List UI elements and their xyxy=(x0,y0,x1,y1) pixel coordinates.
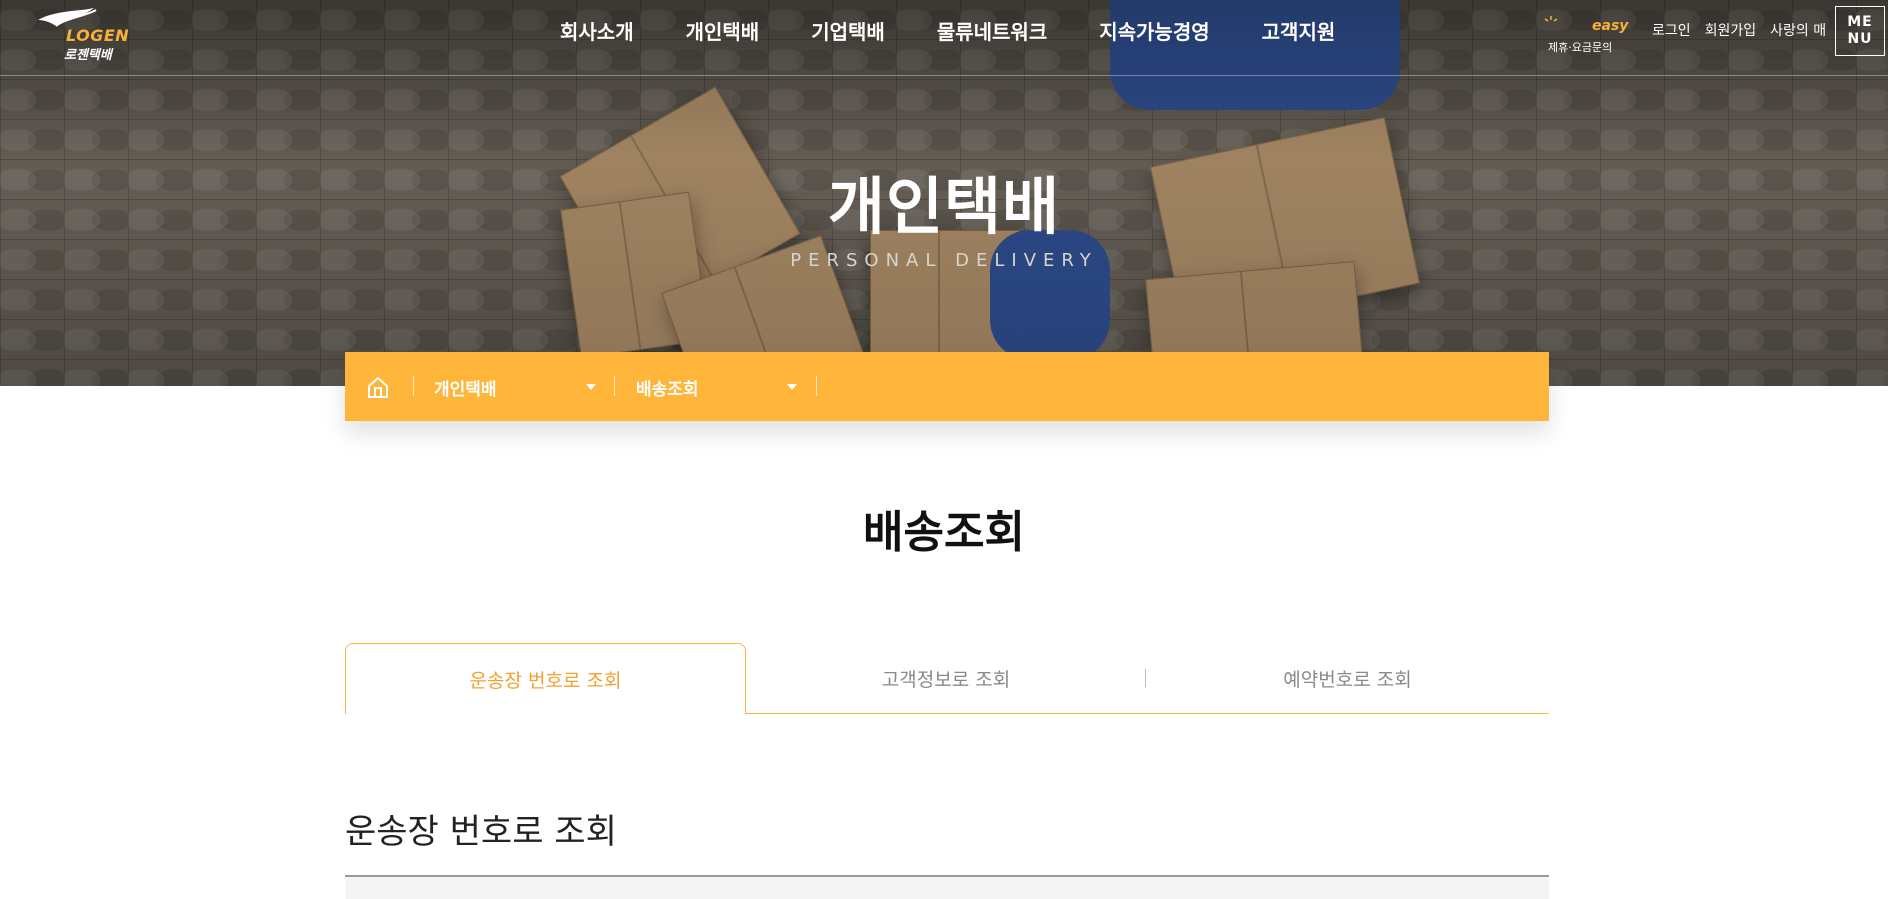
menu-label-line1: ME xyxy=(1847,14,1873,30)
utility-links: easy 제휴·요금문의 로그인 회원가입 사랑의 매 xyxy=(1544,16,1826,58)
easy-label: easy xyxy=(1592,18,1629,34)
home-button[interactable] xyxy=(365,374,391,400)
tab-reservation-number[interactable]: 예약번호로 조회 xyxy=(1146,643,1549,714)
location-separator xyxy=(614,376,615,396)
logo[interactable]: LOGEN 로젠택배 xyxy=(36,6,136,63)
nav-item-business-delivery[interactable]: 기업택배 xyxy=(811,16,885,45)
location-bar: 개인택배 배송조회 xyxy=(345,352,1549,421)
nav-item-logistics-network[interactable]: 물류네트워크 xyxy=(937,16,1047,45)
page-title: 배송조회 xyxy=(863,507,1025,558)
location-dropdown-level1[interactable]: 개인택배 xyxy=(434,375,497,400)
nav-item-sustainability[interactable]: 지속가능경영 xyxy=(1099,16,1209,45)
nav-item-personal-delivery[interactable]: 개인택배 xyxy=(686,16,760,45)
sparkle-icon xyxy=(1544,16,1558,22)
tab-customer-info[interactable]: 고객정보로 조회 xyxy=(746,643,1146,714)
home-icon xyxy=(368,377,388,398)
location-separator xyxy=(816,376,817,396)
location-separator xyxy=(413,376,414,396)
login-link[interactable]: 로그인 xyxy=(1652,20,1691,40)
nav-item-customer-support[interactable]: 고객지원 xyxy=(1262,16,1336,45)
lookup-tabs: 운송장 번호로 조회 고객정보로 조회 예약번호로 조회 xyxy=(345,643,1549,714)
hero-title: 개인택배 xyxy=(827,170,1061,243)
nav-item-company[interactable]: 회사소개 xyxy=(560,16,634,45)
main-nav: 회사소개 개인택배 기업택배 물류네트워크 지속가능경영 고객지원 xyxy=(560,16,1387,45)
hero-subtitle: PERSONAL DELIVERY xyxy=(790,250,1098,271)
easy-sublabel: 제휴·요금문의 xyxy=(1548,41,1613,54)
logo-wordmark: LOGEN xyxy=(66,26,130,45)
menu-label-line2: NU xyxy=(1847,31,1873,47)
chevron-down-icon[interactable] xyxy=(787,384,797,390)
menu-button[interactable]: ME NU xyxy=(1835,6,1885,56)
logo-subtext: 로젠택배 xyxy=(64,48,112,63)
location-dropdown-level2[interactable]: 배송조회 xyxy=(636,375,699,400)
search-form-area xyxy=(345,877,1549,899)
site-header: LOGEN 로젠택배 회사소개 개인택배 기업택배 물류네트워크 지속가능경영 … xyxy=(0,0,1888,76)
tab-waybill-number[interactable]: 운송장 번호로 조회 xyxy=(345,643,746,714)
chevron-down-icon[interactable] xyxy=(586,384,596,390)
signup-link[interactable]: 회원가입 xyxy=(1705,20,1757,40)
section-title: 운송장 번호로 조회 xyxy=(345,812,617,852)
charity-link[interactable]: 사랑의 매 xyxy=(1770,20,1826,40)
easy-inquiry-link[interactable]: easy 제휴·요금문의 xyxy=(1544,16,1638,58)
